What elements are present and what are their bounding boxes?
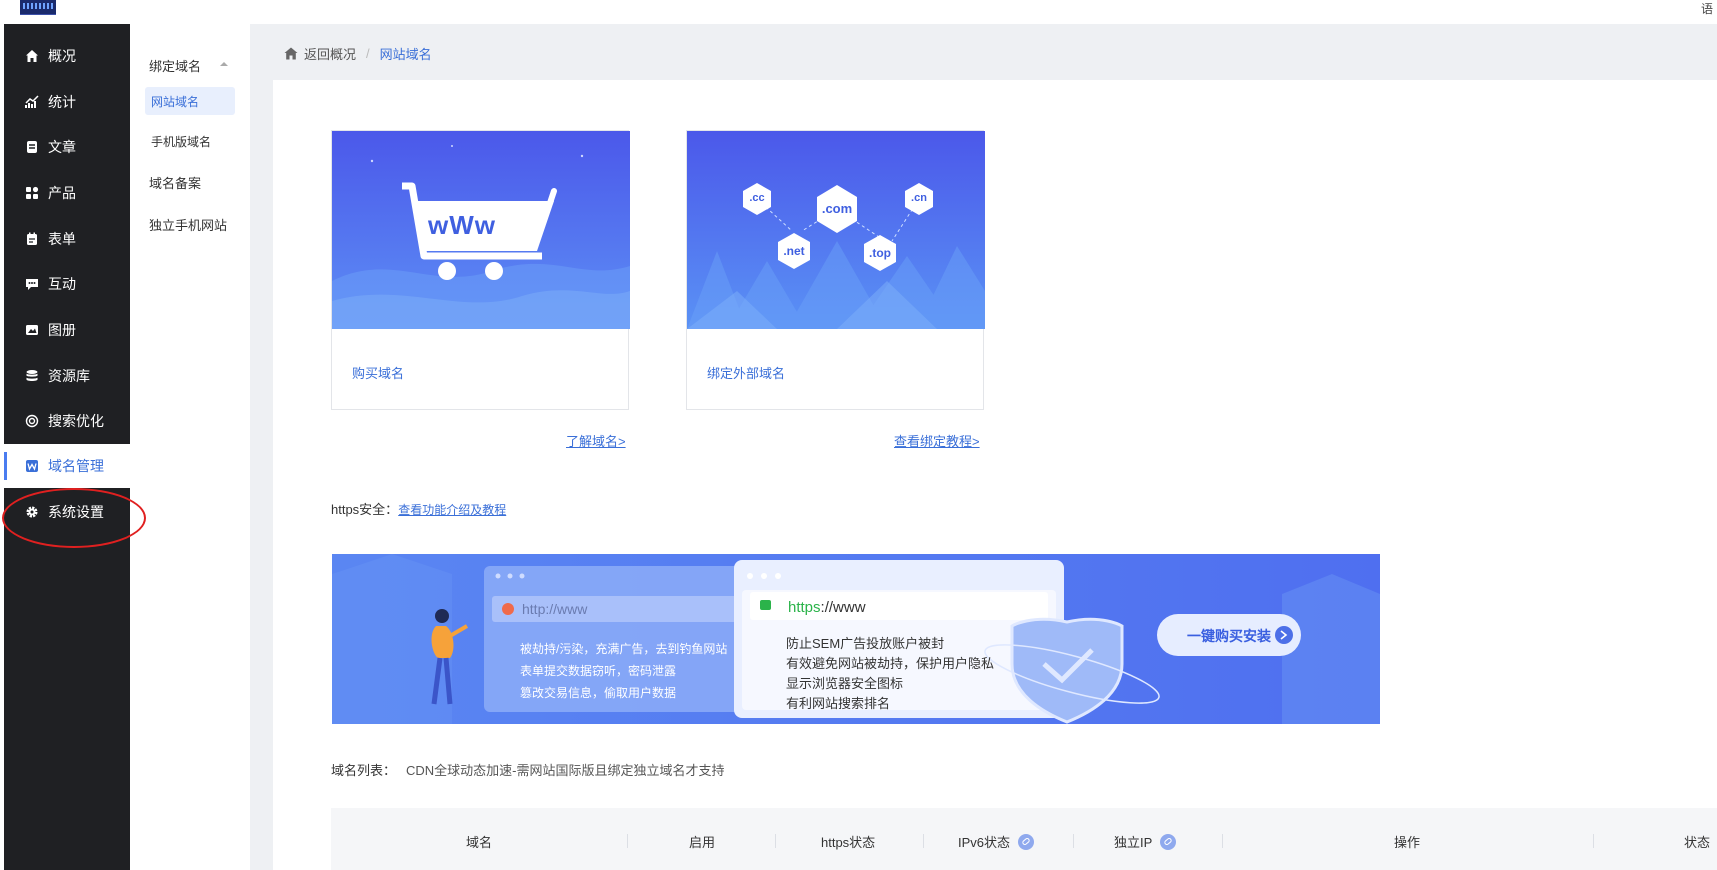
chat-icon — [24, 276, 40, 292]
buy-domain-label: 购买域名 — [352, 366, 405, 381]
sidebar-item-articles[interactable]: 文章 — [4, 125, 130, 169]
sidebar-item-label: 产品 — [48, 185, 76, 201]
sidebar-item-label: 域名管理 — [48, 458, 104, 474]
https-point-2: 有效避免网站被劫持，保护用户隐私 — [786, 656, 995, 671]
top-right-text[interactable]: 语 — [1701, 0, 1713, 17]
https-tutorial-link[interactable]: 查看功能介绍及教程 — [398, 503, 506, 517]
column-divider — [923, 834, 924, 848]
sidebar-item-resources[interactable]: 资源库 — [4, 354, 130, 398]
sidebar-item-label: 资源库 — [48, 368, 90, 384]
top-bar: 语 — [0, 0, 1717, 24]
https-point-4: 有利网站搜索排名 — [786, 696, 891, 711]
home-icon — [24, 48, 40, 64]
breadcrumb-back-link[interactable]: 返回概况 — [304, 44, 356, 63]
grid-icon — [24, 185, 40, 201]
breadcrumb-separator: / — [366, 46, 370, 61]
sidebar-item-products[interactable]: 产品 — [4, 171, 130, 215]
sub-navigation: 绑定域名 网站域名 手机版域名 域名备案 独立手机网站 — [130, 24, 250, 870]
http-url-text: http://www — [522, 601, 588, 617]
link-icon[interactable] — [1160, 833, 1177, 850]
bind-domain-card[interactable]: .cc .com .cn .net .top 绑定外部域名 — [686, 130, 985, 410]
sidebar-item-label: 表单 — [48, 231, 76, 247]
buy-domain-card[interactable]: wWw 购买域名 — [331, 130, 630, 410]
https-security-line: https安全：查看功能介绍及教程 — [331, 499, 506, 518]
one-click-buy-button[interactable]: 一键购买安装 — [1187, 626, 1271, 646]
https-point-3: 显示浏览器安全图标 — [786, 676, 904, 691]
column-header-enabled: 启用 — [689, 835, 716, 850]
database-icon — [24, 368, 40, 384]
subnav-group-title[interactable]: 绑定域名 — [149, 56, 201, 75]
https-prefix: https — [788, 599, 821, 616]
sidebar-item-label: 搜索优化 — [48, 413, 104, 429]
tag-cn: .cn — [911, 192, 927, 204]
sidebar-item-label: 图册 — [48, 322, 76, 338]
buy-domain-illustration: wWw — [332, 131, 630, 329]
ipv6-header-label: IPv6状态 — [958, 835, 1011, 850]
chart-icon — [24, 94, 40, 110]
column-header-status: 状态 — [1684, 835, 1711, 850]
domain-list-label: 域名列表： — [331, 763, 397, 778]
seo-icon — [24, 413, 40, 429]
tag-cc: .cc — [749, 192, 765, 204]
sidebar-item-label: 统计 — [48, 94, 76, 110]
http-point-3: 篡改交易信息，偷取用户数据 — [520, 686, 677, 700]
sidebar-item-album[interactable]: 图册 — [4, 308, 130, 352]
red-annotation-circle — [2, 488, 146, 548]
form-icon — [24, 231, 40, 247]
link-icon[interactable] — [1018, 833, 1035, 850]
caret-up-icon[interactable] — [220, 62, 228, 66]
domain-table-header: 域名 启用 https状态 IPv6状态 独立IP 操作 状态 — [331, 808, 1717, 870]
cart-www-text: wWw — [428, 210, 496, 240]
https-url-text: https://www — [788, 599, 866, 616]
column-divider — [775, 834, 776, 848]
sidebar-item-seo[interactable]: 搜索优化 — [4, 399, 130, 443]
column-header-actions: 操作 — [1394, 835, 1421, 850]
bind-domain-label: 绑定外部域名 — [707, 366, 786, 381]
breadcrumb-current: 网站域名 — [379, 47, 432, 62]
tag-com: .com — [821, 201, 853, 216]
domain-list-heading: 域名列表： CDN全球动态加速-需网站国际版且绑定独立域名才支持 — [331, 760, 725, 779]
column-divider — [1073, 834, 1074, 848]
https-point-1: 防止SEM广告投放账户被封 — [786, 636, 945, 651]
subnav-item-website-domain[interactable]: 网站域名 — [145, 87, 235, 115]
bind-tutorial-link[interactable]: 查看绑定教程> — [894, 431, 980, 450]
sidebar-item-label: 文章 — [48, 139, 76, 155]
column-header-ipv6-status: IPv6状态 — [958, 832, 1035, 851]
sidebar-item-label: 互动 — [48, 276, 76, 292]
column-divider — [1593, 834, 1594, 848]
sidebar-item-forms[interactable]: 表单 — [4, 217, 130, 261]
column-divider — [627, 834, 628, 848]
https-banner[interactable]: http://www 被劫持/污染，充满广告，去到钓鱼网站 表单提交数据窃听，密… — [332, 554, 1380, 724]
album-icon — [24, 322, 40, 338]
column-header-dedicated-ip: 独立IP — [1114, 832, 1177, 851]
sidebar: 概况 统计 文章 产品 表单 互动 图册 资源库 搜索优化 域名管理 系统设置 — [4, 24, 130, 870]
https-rest: ://www — [820, 599, 866, 616]
subnav-item-domain-filing[interactable]: 域名备案 — [145, 168, 235, 196]
sidebar-item-label: 概况 — [48, 48, 76, 64]
dedicated-ip-header-label: 独立IP — [1114, 835, 1153, 850]
http-point-1: 被劫持/污染，充满广告，去到钓鱼网站 — [520, 642, 728, 656]
tag-net: .net — [783, 244, 805, 258]
sidebar-item-stats[interactable]: 统计 — [4, 80, 130, 124]
http-point-2: 表单提交数据窃听，密码泄露 — [520, 664, 677, 678]
sidebar-item-interaction[interactable]: 互动 — [4, 262, 130, 306]
learn-domain-link[interactable]: 了解域名> — [566, 431, 626, 450]
logo[interactable] — [20, 0, 56, 15]
domain-list-note: CDN全球动态加速-需网站国际版且绑定独立域名才支持 — [406, 763, 725, 778]
subnav-item-mobile-domain[interactable]: 手机版域名 — [145, 127, 235, 155]
sidebar-item-overview[interactable]: 概况 — [4, 34, 130, 78]
tag-top: .top — [869, 246, 891, 260]
sidebar-item-domain[interactable]: 域名管理 — [4, 444, 130, 488]
column-header-https-status: https状态 — [821, 835, 876, 850]
article-icon — [24, 139, 40, 155]
domain-icon — [24, 458, 40, 474]
column-divider — [1222, 834, 1223, 848]
bind-domain-illustration: .cc .com .cn .net .top — [687, 131, 985, 329]
breadcrumb: 返回概况 / 网站域名 — [284, 44, 432, 63]
subnav-item-mobile-site[interactable]: 独立手机网站 — [145, 210, 235, 238]
column-header-domain: 域名 — [466, 835, 493, 850]
https-label: https安全： — [331, 502, 399, 517]
home-icon[interactable] — [284, 47, 298, 60]
